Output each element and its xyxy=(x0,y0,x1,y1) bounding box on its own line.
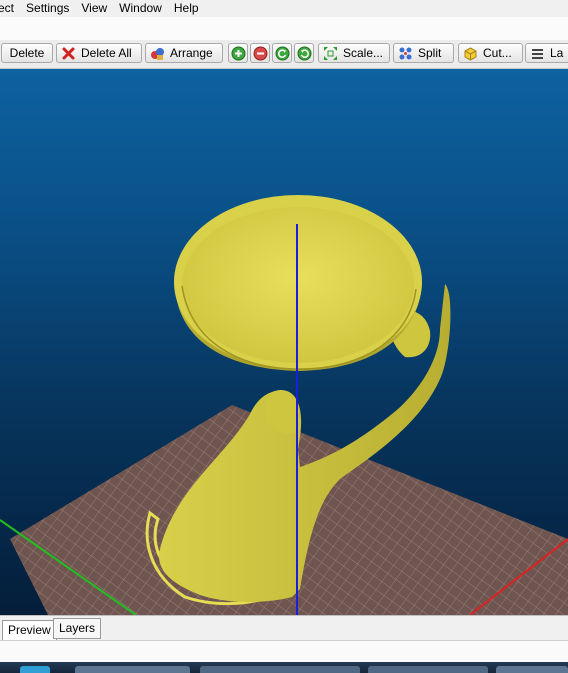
menu-window[interactable]: Window xyxy=(113,0,168,17)
arrange-label: Arrange xyxy=(170,46,213,60)
delete-label: Delete xyxy=(9,46,45,60)
add-copy-button[interactable] xyxy=(228,43,248,63)
scale-arrows-icon xyxy=(323,46,338,61)
delete-all-label: Delete All xyxy=(81,46,132,60)
cut-label: Cut... xyxy=(483,46,512,60)
scale-label: Scale... xyxy=(343,46,384,60)
plus-circle-icon xyxy=(231,46,246,61)
split-button[interactable]: Split xyxy=(393,43,454,63)
taskbar-button[interactable] xyxy=(75,666,190,673)
viewport-scene xyxy=(0,195,568,615)
arrange-icon xyxy=(150,46,165,61)
taskbar-button[interactable] xyxy=(368,666,488,673)
split-label: Split xyxy=(418,46,442,60)
rotate-right-icon xyxy=(297,46,312,61)
rotate-right-button[interactable] xyxy=(294,43,314,63)
remove-copy-button[interactable] xyxy=(250,43,270,63)
menu-settings[interactable]: Settings xyxy=(20,0,75,17)
menu-help[interactable]: Help xyxy=(168,0,205,17)
scale-button[interactable]: Scale... xyxy=(318,43,390,63)
split-icon xyxy=(398,46,413,61)
arrange-button[interactable]: Arrange xyxy=(145,43,223,63)
delete-button[interactable]: Delete xyxy=(1,43,53,63)
delete-all-button[interactable]: Delete All xyxy=(56,43,142,63)
menu-view[interactable]: View xyxy=(75,0,113,17)
minus-circle-icon xyxy=(253,46,268,61)
toolbar: Delete Delete All Arrange Scale... Split… xyxy=(0,40,568,69)
cut-icon xyxy=(463,46,478,61)
lower-panel xyxy=(0,640,568,663)
red-x-icon xyxy=(61,46,76,61)
layers-label: La xyxy=(550,46,564,60)
toolbar-spacer xyxy=(0,17,568,41)
taskbar-button[interactable] xyxy=(496,666,568,673)
menu-object[interactable]: ect xyxy=(0,0,20,17)
taskbar-button[interactable] xyxy=(200,666,360,673)
layers-button[interactable]: La xyxy=(525,43,568,63)
os-taskbar xyxy=(0,662,568,673)
rotate-left-icon xyxy=(275,46,290,61)
tab-preview[interactable]: Preview xyxy=(2,620,57,642)
tab-layers[interactable]: Layers xyxy=(53,618,102,639)
menu-bar: ect Settings View Window Help xyxy=(0,0,568,17)
rotate-left-button[interactable] xyxy=(272,43,292,63)
3d-viewport[interactable] xyxy=(0,69,568,615)
taskbar-button[interactable] xyxy=(20,666,50,673)
cut-button[interactable]: Cut... xyxy=(458,43,523,63)
layers-icon xyxy=(530,46,545,61)
tab-bar: Preview Layers xyxy=(0,615,568,642)
